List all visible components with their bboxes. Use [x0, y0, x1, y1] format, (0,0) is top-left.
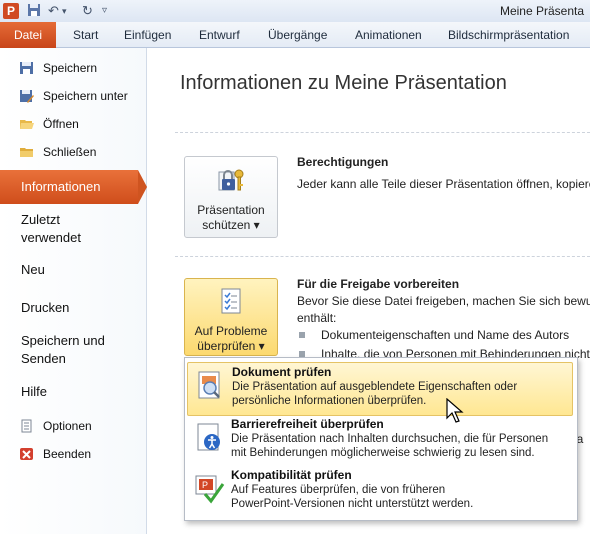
nav-close[interactable]: Schließen — [0, 142, 146, 162]
nav-exit[interactable]: Beenden — [0, 444, 146, 464]
separator — [175, 132, 590, 133]
svg-text:P: P — [202, 480, 208, 490]
nav-info[interactable]: Informationen — [0, 170, 138, 204]
menu-item-check-accessibility[interactable]: Barrierefreiheit überprüfen Die Präsenta… — [187, 415, 573, 467]
nav-save-label: Speichern — [43, 61, 98, 75]
check-compatibility-desc-line1: Auf Features überprüfen, die von frühere… — [231, 484, 446, 496]
check-compatibility-title: Kompatibilität prüfen — [231, 468, 352, 482]
protect-button-line2: schützen ▾ — [202, 218, 260, 232]
checklist-icon — [217, 287, 245, 317]
nav-recent-line2: verwendet — [21, 230, 81, 245]
prepare-text-line1: Bevor Sie diese Datei freigeben, machen … — [297, 294, 590, 308]
check-accessibility-desc-line1: Die Präsentation nach Inhalten durchsuch… — [231, 433, 549, 445]
tab-animations[interactable]: Animationen — [355, 28, 422, 42]
inspect-document-icon — [194, 369, 226, 401]
save-as-icon — [19, 89, 34, 103]
inspect-document-desc-line2: persönliche Informationen überprüfen. — [232, 395, 427, 407]
nav-recent-label: Zuletzt verwendet — [21, 211, 81, 247]
save-icon[interactable] — [27, 3, 41, 19]
check-accessibility-title: Barrierefreiheit überprüfen — [231, 417, 384, 431]
nav-save-send-line1: Speichern und — [21, 333, 105, 348]
check-issues-dropdown: Dokument prüfen Die Präsentation auf aus… — [184, 357, 578, 521]
nav-open[interactable]: Öffnen — [0, 114, 146, 134]
nav-close-label: Schließen — [43, 145, 97, 159]
tab-file[interactable]: Datei — [0, 22, 56, 48]
menu-item-inspect-document[interactable]: Dokument prüfen Die Präsentation auf aus… — [187, 362, 573, 416]
nav-active-arrow — [138, 170, 147, 204]
nav-save-as[interactable]: Speichern unter — [0, 86, 146, 106]
menu-item-check-compatibility[interactable]: P Kompatibilität prüfen Auf Features übe… — [187, 466, 573, 518]
nav-save-send-label: Speichern und Senden — [21, 332, 105, 368]
mouse-cursor-icon — [446, 397, 464, 424]
inspect-document-title: Dokument prüfen — [232, 365, 332, 379]
tab-transitions[interactable]: Übergänge — [268, 28, 327, 42]
title-bar: P ↶ ▾ ↻ ▿ Meine Präsenta — [0, 0, 590, 23]
protect-button-line1: Präsentation — [197, 203, 265, 217]
nav-help-label: Hilfe — [21, 384, 48, 399]
bullet-text-properties: Dokumenteigenschaften und Name des Autor… — [321, 328, 570, 342]
lock-key-icon — [216, 165, 246, 195]
open-folder-icon — [19, 117, 34, 131]
nav-new-label: Neu — [21, 262, 45, 277]
tab-start[interactable]: Start — [73, 28, 98, 42]
backstage-nav: Speichern Speichern unter Öffnen Schließ… — [0, 48, 147, 534]
tab-design[interactable]: Entwurf — [199, 28, 240, 42]
undo-icon[interactable]: ↶ — [48, 3, 59, 19]
nav-save-send-line2: Senden — [21, 351, 66, 366]
inspect-document-desc-line1: Die Präsentation auf ausgeblendete Eigen… — [232, 381, 518, 393]
accessibility-icon — [193, 421, 225, 453]
nav-options[interactable]: Optionen — [0, 416, 146, 436]
permissions-heading: Berechtigungen — [297, 155, 389, 169]
separator — [175, 256, 590, 257]
exit-icon — [19, 447, 34, 461]
nav-open-label: Öffnen — [43, 117, 79, 131]
close-folder-icon — [19, 145, 34, 159]
nav-save-as-label: Speichern unter — [43, 89, 128, 103]
compatibility-check-icon: P — [193, 472, 225, 504]
check-compatibility-desc-line2: PowerPoint-Versionen nicht unterstützt w… — [231, 498, 474, 510]
permissions-text: Jeder kann alle Teile dieser Präsentatio… — [297, 177, 590, 191]
nav-exit-label: Beenden — [43, 447, 92, 461]
nav-options-label: Optionen — [43, 419, 92, 433]
tab-insert[interactable]: Einfügen — [124, 28, 171, 42]
ribbon-tabs: Datei Start Einfügen Entwurf Übergänge A… — [0, 22, 590, 48]
check-for-issues-button[interactable]: Auf Probleme überprüfen ▾ — [184, 278, 278, 356]
chevron-down-icon[interactable]: ▾ — [62, 3, 67, 19]
check-accessibility-desc: Die Präsentation nach Inhalten durchsuch… — [231, 432, 548, 460]
nav-print-label: Drucken — [21, 300, 70, 315]
options-document-icon — [19, 419, 34, 433]
inspect-document-desc: Die Präsentation auf ausgeblendete Eigen… — [232, 380, 517, 408]
prepare-text-line2: enthält: — [297, 311, 337, 325]
tab-slideshow[interactable]: Bildschirmpräsentation — [448, 28, 569, 42]
bullet-marker — [299, 332, 305, 338]
check-issues-line1: Auf Probleme — [194, 324, 268, 338]
check-issues-line2: überprüfen ▾ — [197, 339, 265, 353]
page-title: Informationen zu Meine Präsentation — [180, 72, 507, 94]
customize-qat-icon[interactable]: ▿ — [102, 3, 107, 19]
nav-save[interactable]: Speichern — [0, 58, 146, 78]
redo-icon[interactable]: ↻ — [82, 3, 93, 19]
window-title: Meine Präsenta — [499, 4, 584, 18]
check-compatibility-desc: Auf Features überprüfen, die von frühere… — [231, 483, 473, 511]
prepare-heading: Für die Freigabe vorbereiten — [297, 277, 460, 291]
protect-presentation-button[interactable]: Präsentation schützen ▾ — [184, 156, 278, 238]
check-accessibility-desc-line2: mit Behinderungen möglicherweise schwier… — [231, 447, 535, 459]
powerpoint-app-icon[interactable]: P — [3, 3, 19, 19]
nav-recent-line1: Zuletzt — [21, 212, 61, 227]
nav-info-label: Informationen — [21, 179, 101, 194]
save-icon — [19, 61, 34, 75]
